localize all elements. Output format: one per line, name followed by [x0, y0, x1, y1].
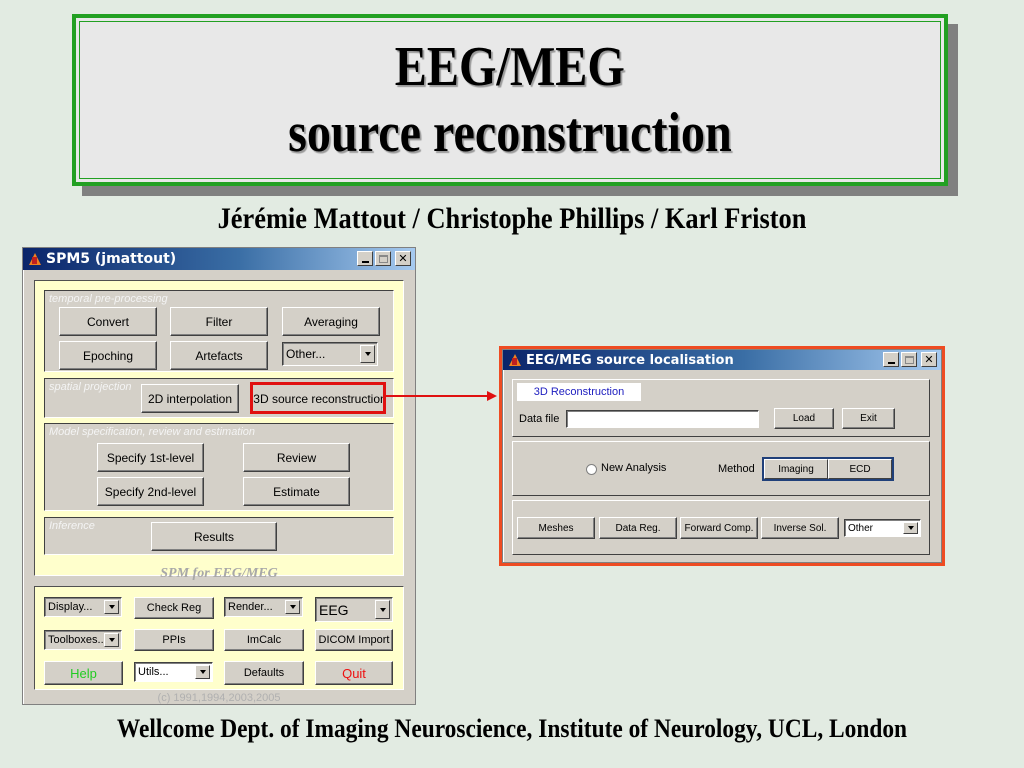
method-label: Method	[718, 463, 755, 475]
spm-caption: SPM for EEG/MEG	[160, 566, 278, 581]
close-icon: ✕	[398, 252, 408, 265]
spm5-window-title: SPM5 (jmattout)	[46, 251, 177, 267]
display-dropdown[interactable]: Display...	[44, 597, 122, 617]
new-analysis-radio[interactable]	[586, 464, 597, 475]
analysis-panel: New Analysis Method Imaging ECD	[512, 441, 930, 496]
close-icon: ✕	[924, 353, 934, 366]
other-method-dropdown[interactable]: Other	[844, 519, 921, 537]
method-toggle-group: Imaging ECD	[762, 457, 894, 481]
affiliation: Wellcome Dept. of Imaging Neuroscience, …	[116, 714, 908, 743]
highlight-box	[250, 382, 386, 414]
model-specification-label: Model specification, review and estimati…	[49, 426, 256, 438]
ppis-button[interactable]: PPIs	[134, 629, 214, 651]
utils-dropdown[interactable]: Utils...	[134, 662, 213, 682]
convert-button[interactable]: Convert	[59, 307, 157, 336]
toolboxes-dropdown[interactable]: Toolboxes...	[44, 630, 122, 650]
spatial-projection-label: spatial projection	[49, 381, 132, 393]
display-dropdown-value: Display...	[48, 601, 93, 613]
close-button[interactable]: ✕	[921, 352, 937, 367]
defaults-button[interactable]: Defaults	[224, 661, 304, 685]
specify-2nd-level-button[interactable]: Specify 2nd-level	[97, 477, 204, 506]
data-file-label: Data file	[519, 413, 560, 425]
copyright-text: (c) 1991,1994,2003,2005	[157, 692, 281, 704]
inference-panel: Inference Results	[44, 517, 394, 555]
connector-arrow-line	[383, 395, 489, 397]
chevron-down-icon[interactable]	[903, 522, 918, 534]
meshes-button[interactable]: Meshes	[517, 517, 595, 539]
spm-utilities-area: Display... Check Reg Render... EEG Toolb…	[34, 586, 404, 690]
modality-dropdown-value: EEG	[319, 601, 349, 618]
other-method-dropdown-value: Other	[848, 522, 874, 534]
results-button[interactable]: Results	[151, 522, 277, 551]
exit-button[interactable]: Exit	[842, 408, 895, 429]
model-specification-panel: Model specification, review and estimati…	[44, 423, 394, 511]
other-dropdown[interactable]: Other...	[282, 342, 378, 366]
maximize-button[interactable]	[901, 352, 917, 367]
arrow-head-icon	[487, 391, 497, 401]
other-dropdown-value: Other...	[286, 347, 326, 361]
localisation-titlebar[interactable]: EEG/MEG source localisation ✕	[503, 350, 941, 370]
averaging-button[interactable]: Averaging	[282, 307, 380, 336]
chevron-down-icon[interactable]	[375, 600, 390, 619]
epoching-button[interactable]: Epoching	[59, 341, 157, 370]
matlab-icon	[507, 353, 521, 367]
data-reg-button[interactable]: Data Reg.	[599, 517, 677, 539]
title-line-2: source reconstruction	[288, 102, 732, 164]
data-file-input[interactable]	[566, 410, 759, 428]
quit-button[interactable]: Quit	[315, 661, 393, 685]
maximize-button[interactable]	[375, 251, 391, 266]
spm5-window: SPM5 (jmattout) ✕ temporal pre-processin…	[22, 247, 416, 705]
new-analysis-label: New Analysis	[601, 462, 667, 474]
modality-dropdown[interactable]: EEG	[315, 597, 393, 622]
2d-interpolation-button[interactable]: 2D interpolation	[141, 384, 239, 413]
utils-dropdown-value: Utils...	[138, 666, 169, 678]
title-line-1: EEG/MEG	[394, 36, 626, 98]
localisation-window-title: EEG/MEG source localisation	[526, 352, 734, 368]
review-button[interactable]: Review	[243, 443, 350, 472]
spatial-projection-panel: spatial projection 2D interpolation 3D s…	[44, 378, 394, 418]
close-button[interactable]: ✕	[395, 251, 411, 266]
dicom-import-button[interactable]: DICOM Import	[315, 629, 393, 651]
temporal-preprocessing-panel: temporal pre-processing Convert Filter A…	[44, 290, 394, 372]
source-localisation-window: EEG/MEG source localisation ✕ 3D Reconst…	[502, 349, 942, 563]
chevron-down-icon[interactable]	[104, 633, 119, 647]
chevron-down-icon[interactable]	[104, 600, 119, 614]
imcalc-button[interactable]: ImCalc	[224, 629, 304, 651]
method-imaging-button[interactable]: Imaging	[764, 459, 828, 479]
chevron-down-icon[interactable]	[285, 600, 300, 614]
spm5-titlebar[interactable]: SPM5 (jmattout) ✕	[23, 248, 415, 270]
inverse-sol-button[interactable]: Inverse Sol.	[761, 517, 839, 539]
forward-comp-button[interactable]: Forward Comp.	[680, 517, 758, 539]
reconstruction-panel: 3D Reconstruction Data file Load Exit	[512, 379, 930, 437]
specify-1st-level-button[interactable]: Specify 1st-level	[97, 443, 204, 472]
load-button[interactable]: Load	[774, 408, 834, 429]
minimize-icon	[887, 361, 895, 364]
estimate-button[interactable]: Estimate	[243, 477, 350, 506]
method-ecd-button[interactable]: ECD	[828, 459, 892, 479]
maximize-icon	[378, 254, 388, 263]
matlab-icon	[27, 252, 41, 266]
spm-main-area: temporal pre-processing Convert Filter A…	[34, 280, 404, 576]
minimize-button[interactable]	[883, 352, 899, 367]
temporal-preprocessing-label: temporal pre-processing	[49, 293, 168, 305]
render-dropdown-value: Render...	[228, 601, 273, 613]
filter-button[interactable]: Filter	[170, 307, 268, 336]
render-dropdown[interactable]: Render...	[224, 597, 303, 617]
processing-steps-panel: Meshes Data Reg. Forward Comp. Inverse S…	[512, 500, 930, 555]
title-box: EEG/MEG source reconstruction	[72, 14, 948, 186]
minimize-icon	[361, 260, 369, 263]
maximize-icon	[904, 355, 914, 364]
help-button[interactable]: Help	[44, 661, 123, 685]
authors: Jérémie Mattout / Christophe Phillips / …	[217, 202, 807, 235]
minimize-button[interactable]	[357, 251, 373, 266]
check-reg-button[interactable]: Check Reg	[134, 597, 214, 619]
inference-label: Inference	[49, 520, 95, 532]
chevron-down-icon[interactable]	[195, 665, 210, 679]
tab-3d-reconstruction[interactable]: 3D Reconstruction	[517, 383, 641, 401]
toolboxes-dropdown-value: Toolboxes...	[48, 634, 107, 646]
chevron-down-icon[interactable]	[360, 345, 375, 363]
artefacts-button[interactable]: Artefacts	[170, 341, 268, 370]
